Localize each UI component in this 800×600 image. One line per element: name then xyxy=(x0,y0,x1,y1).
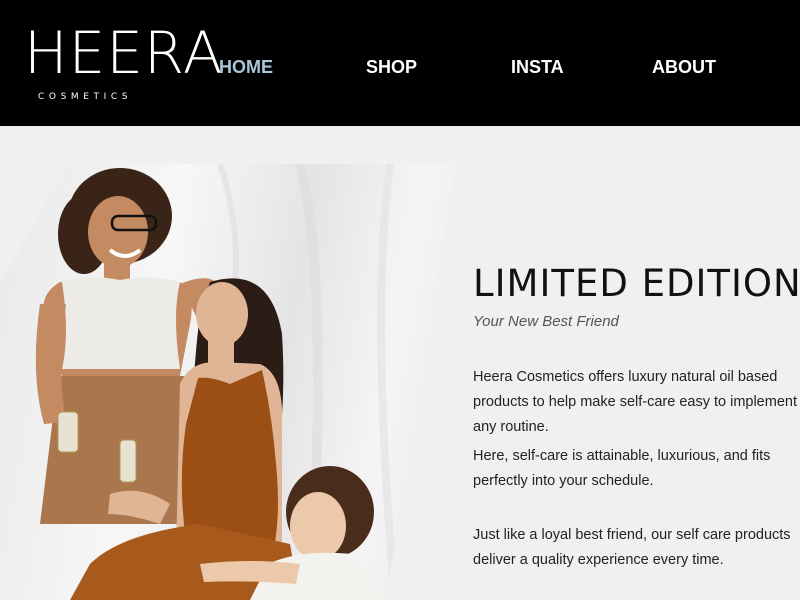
hero-paragraph-1: Heera Cosmetics offers luxury natural oi… xyxy=(473,369,800,435)
nav-home[interactable]: HOME xyxy=(219,57,273,78)
hero-paragraph-2: Here, self-care is attainable, luxurious… xyxy=(473,448,771,489)
brand-logo-tagline: COSMETICS xyxy=(38,92,133,102)
hero-headline: LIMITED EDITION xyxy=(473,262,800,305)
nav-shop[interactable]: SHOP xyxy=(366,57,417,78)
hero-subheadline: Your New Best Friend xyxy=(473,313,619,330)
site-header: HEERA COSMETICS HOME SHOP INSTA ABOUT xyxy=(0,0,800,126)
brand-logo-wordmark: HEERA xyxy=(24,19,224,87)
hero-photo xyxy=(0,164,455,600)
hero-photo-illustration xyxy=(35,164,399,600)
nav-about[interactable]: ABOUT xyxy=(652,57,716,78)
nav-insta[interactable]: INSTA xyxy=(511,57,564,78)
hero-paragraph-3: Just like a loyal best friend, our self … xyxy=(473,527,791,568)
brand-logo[interactable]: HEERA COSMETICS xyxy=(24,20,223,104)
